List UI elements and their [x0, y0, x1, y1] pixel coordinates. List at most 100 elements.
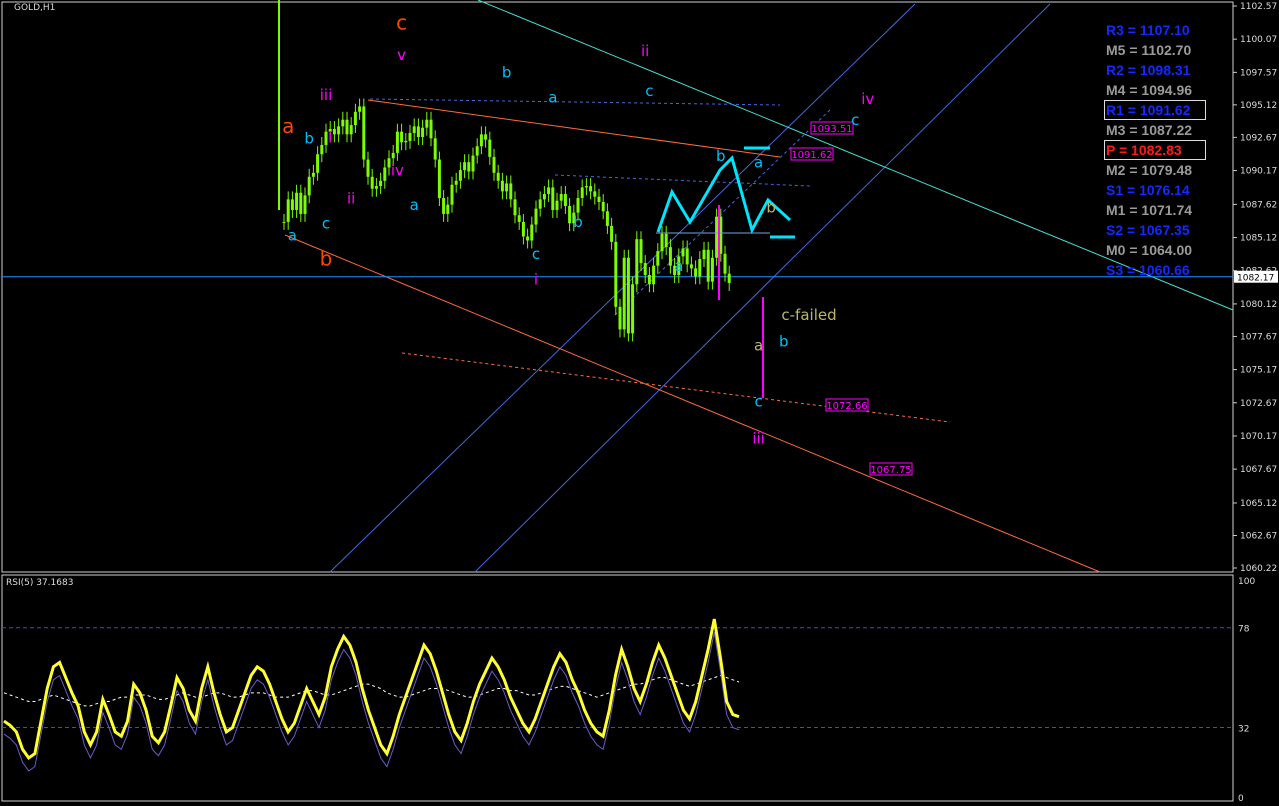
candle-body — [446, 204, 450, 214]
wave-label: ii — [641, 42, 649, 60]
candle-body — [463, 162, 467, 171]
y-tick-label: 1102.57 — [1240, 2, 1277, 12]
price-chart[interactable]: 1093.511091.621072.661067.75cviiiiiab iiv… — [0, 0, 1279, 806]
candle-body — [282, 221, 286, 223]
wave-label: b — [320, 247, 333, 271]
dashed-channel — [614, 109, 831, 316]
pivot-level: P = 1082.83 — [1104, 140, 1206, 160]
channel-line — [474, 3, 1051, 573]
candle-body — [349, 125, 353, 135]
candle-body — [320, 144, 324, 155]
dashed-level — [554, 174, 811, 187]
wave-label: b — [779, 333, 789, 351]
rsi-tick-label: 78 — [1238, 625, 1250, 635]
pivot-level: M4 = 1094.96 — [1106, 82, 1193, 98]
wave-label: a — [410, 196, 419, 214]
wave-label: iv — [391, 161, 404, 179]
wave-label: a — [754, 154, 763, 172]
candle-body — [341, 119, 345, 127]
candle-body — [479, 134, 483, 147]
candle-body — [551, 187, 555, 210]
candle-body — [471, 155, 475, 172]
candle-body — [337, 126, 341, 135]
y-tick-label: 1072.67 — [1240, 399, 1277, 409]
candle-body — [290, 199, 294, 210]
y-tick-label: 1062.67 — [1240, 531, 1277, 541]
candle-body — [605, 211, 609, 226]
rsi-line — [3, 618, 740, 761]
y-tick-label: 1092.67 — [1240, 133, 1277, 143]
candle-body — [568, 205, 572, 224]
trading-chart-window: 1093.51 1091.62 1072.66 1067.75 c v iii ii a b i iv… — [0, 0, 1279, 806]
candle-body — [362, 106, 366, 160]
candle-body — [425, 119, 429, 128]
pivot-level: R3 = 1107.10 — [1106, 22, 1190, 38]
candle-body — [555, 200, 559, 210]
wave-label: b — [304, 130, 314, 148]
candle-body — [496, 172, 500, 181]
wave-label: i — [328, 128, 332, 146]
channel-line — [329, 3, 916, 573]
candle-body — [710, 257, 714, 282]
pivot-level: M5 = 1102.70 — [1106, 42, 1192, 58]
wave-label: b — [716, 147, 726, 165]
pivot-level: M1 = 1071.74 — [1106, 202, 1193, 218]
candle-body — [639, 239, 643, 264]
candle-body — [681, 248, 685, 257]
candle-body — [505, 183, 509, 192]
wave-label: i — [534, 270, 538, 288]
candle-body — [597, 196, 601, 203]
candle-body — [303, 195, 307, 214]
candle-body — [437, 159, 441, 199]
pivot-level: S1 = 1076.14 — [1106, 182, 1190, 198]
candle-body — [698, 259, 702, 277]
wave-label: a — [282, 114, 294, 138]
candle-body — [521, 221, 525, 237]
pivot-level: M0 = 1064.00 — [1106, 242, 1193, 258]
candle-body — [584, 186, 588, 188]
dashed-trendline — [401, 352, 951, 423]
candle-body — [379, 180, 383, 187]
price-tag: 1093.51 — [811, 124, 852, 135]
pivot-level: R1 = 1091.62 — [1104, 100, 1206, 120]
candle-body — [484, 134, 488, 140]
wave-label: a — [674, 257, 683, 275]
current-price-label: 1082.17 — [1237, 274, 1274, 284]
rsi-tick-label: 32 — [1238, 725, 1249, 735]
y-tick-label: 1095.12 — [1240, 101, 1277, 111]
candle-body — [299, 192, 303, 214]
candle-body — [404, 140, 408, 143]
candle-body — [500, 180, 504, 192]
wave-label: a — [288, 226, 297, 244]
rsi-pane-border — [1, 574, 1234, 802]
rsi-tick-label: 0 — [1238, 794, 1244, 804]
candle-body — [618, 306, 622, 330]
support-trendline — [284, 234, 1101, 573]
y-tick-label: 1085.12 — [1240, 234, 1277, 244]
candle-body — [664, 233, 668, 248]
candle-body — [622, 257, 626, 330]
wave-label: b — [573, 213, 583, 231]
y-tick-label: 1067.67 — [1240, 465, 1277, 475]
candle-body — [488, 139, 492, 157]
y-tick-label: 1070.17 — [1240, 432, 1277, 442]
projection-path — [656, 155, 792, 235]
candle-body — [513, 199, 517, 216]
candle-body — [458, 170, 462, 181]
y-tick-label: 1077.67 — [1240, 332, 1277, 342]
candle-body — [626, 257, 630, 334]
candle-body — [593, 191, 597, 197]
candle-body — [295, 192, 299, 210]
candle-body — [526, 236, 530, 241]
rsi-tick-label: 100 — [1238, 577, 1255, 587]
candle-body — [383, 167, 387, 181]
candle-body — [547, 187, 551, 195]
candle-body — [635, 239, 639, 285]
wave-label: c — [322, 215, 330, 233]
y-tick-label: 1075.17 — [1240, 366, 1277, 376]
pivot-level: S2 = 1067.35 — [1106, 222, 1190, 238]
candle-body — [668, 247, 672, 266]
pivot-level: M2 = 1079.48 — [1106, 162, 1193, 178]
wave-label: v — [397, 46, 406, 64]
candle-body — [656, 251, 660, 266]
